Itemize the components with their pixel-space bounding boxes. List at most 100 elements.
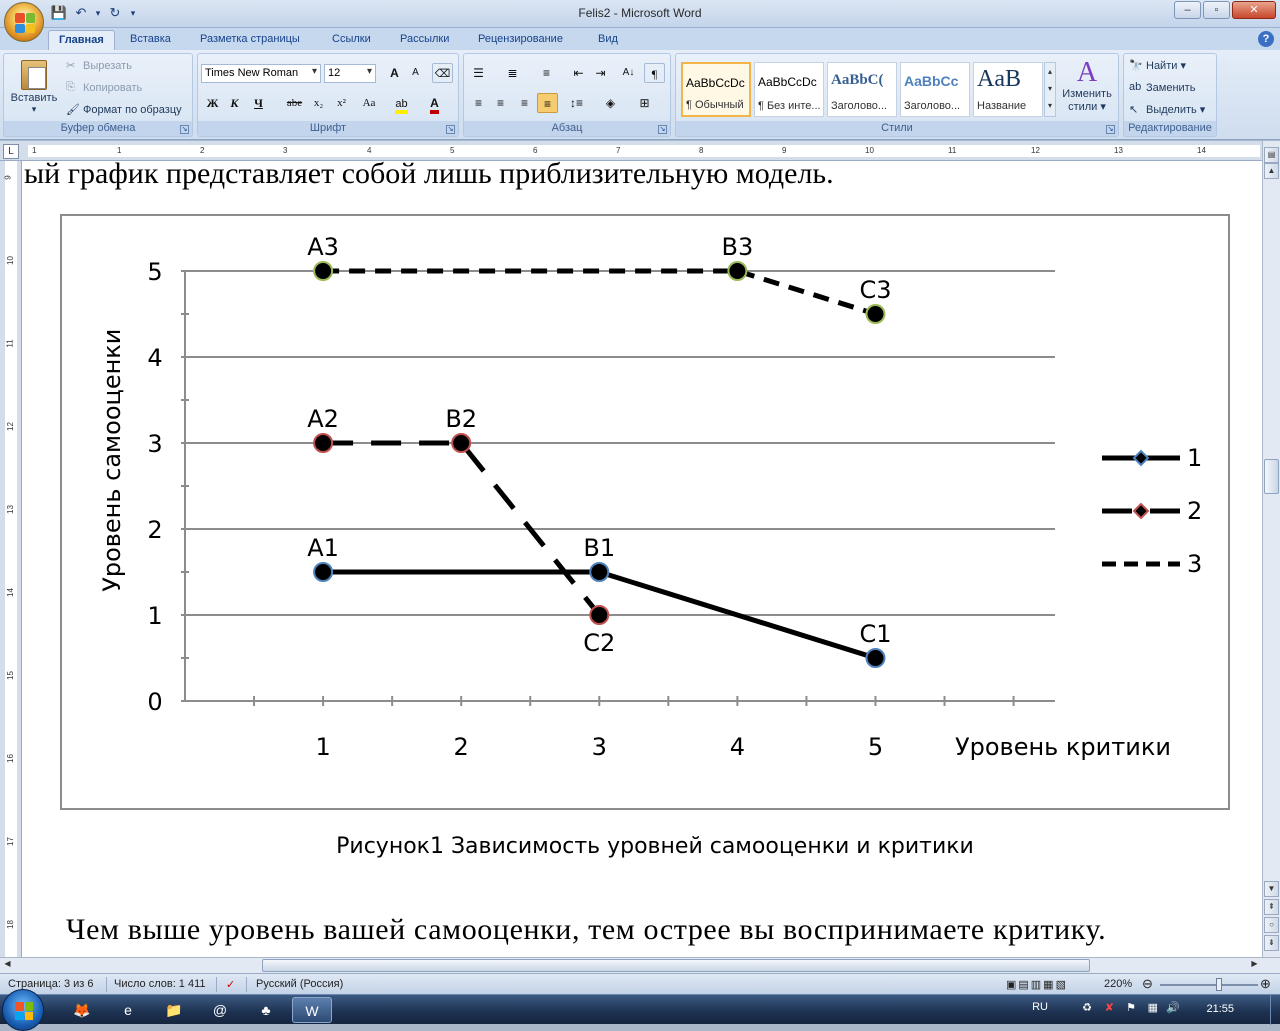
scroll-down-icon[interactable]: ▼ (1264, 881, 1279, 897)
tab-page-layout[interactable]: Разметка страницы (190, 30, 310, 50)
superscript-button[interactable]: x² (331, 93, 352, 113)
horizontal-scroll-thumb[interactable] (262, 959, 1090, 972)
tab-view[interactable]: Вид (588, 30, 628, 50)
style-normal[interactable]: AaBbCcDc ¶ Обычный (681, 62, 751, 117)
sort-icon[interactable]: A↓ (618, 63, 639, 83)
view-buttons-icon[interactable]: ▣▤▥▦▧ (1006, 978, 1068, 991)
borders-icon[interactable]: ⊞ (634, 93, 655, 113)
maximize-button[interactable]: ▫ (1203, 1, 1230, 19)
start-button[interactable] (2, 989, 44, 1031)
scroll-right-icon[interactable]: ▶ (1247, 959, 1262, 972)
tray-app-icon[interactable]: ♻ (1082, 1001, 1092, 1014)
change-case-button[interactable]: Aa (356, 93, 382, 113)
format-painter-icon: 🖌 (66, 104, 80, 116)
help-icon[interactable]: ? (1258, 31, 1274, 47)
minimize-button[interactable]: – (1174, 1, 1201, 19)
highlight-icon[interactable]: ab (391, 93, 412, 114)
scroll-up-icon[interactable]: ▲ (1264, 163, 1279, 179)
vertical-scroll-thumb[interactable] (1264, 459, 1279, 494)
shrink-font-button[interactable]: A (405, 63, 426, 83)
clear-formatting-icon[interactable]: ⌫ (432, 63, 453, 83)
chart-frame[interactable]: 0 1 2 3 4 5 1 2 3 4 5 Уровень критики Уровень самооц… (60, 214, 1230, 810)
shading-icon[interactable]: ◈ (600, 93, 621, 113)
ruler-toggle-icon[interactable]: ▤ (1264, 147, 1279, 163)
font-color-icon[interactable]: A (424, 93, 445, 114)
styles-launcher-icon[interactable]: ↘ (1106, 125, 1115, 134)
copy-button[interactable]: ⎘ Копировать (66, 81, 142, 95)
word-taskbar-icon[interactable]: W (292, 997, 332, 1023)
font-size-combo[interactable]: 12 (324, 64, 376, 83)
line-spacing-icon[interactable]: ↕≡ (566, 93, 587, 113)
show-desktop-button[interactable] (1270, 995, 1280, 1025)
align-left-icon[interactable]: ≡ (468, 93, 489, 113)
find-button[interactable]: 🔭 Найти ▾ (1129, 59, 1186, 73)
multilevel-list-icon[interactable]: ≡ (536, 63, 557, 83)
replace-button[interactable]: ab Заменить (1129, 81, 1195, 95)
firefox-icon[interactable]: 🦊 (62, 997, 102, 1023)
volume-icon[interactable]: 🔊 (1166, 1001, 1180, 1014)
clock[interactable]: 21:55 (1206, 1003, 1234, 1015)
underline-button[interactable]: Ч (248, 93, 269, 113)
justify-icon[interactable]: ≡ (537, 93, 558, 113)
scroll-left-icon[interactable]: ◀ (0, 959, 15, 972)
zoom-slider[interactable] (1160, 984, 1258, 986)
word-count[interactable]: Число слов: 1 411 (114, 978, 206, 990)
numbering-icon[interactable]: ≣ (502, 63, 523, 83)
style-heading-1[interactable]: AaBbC( Заголово... (827, 62, 897, 117)
style-no-spacing[interactable]: AaBbCcDc ¶ Без инте... (754, 62, 824, 117)
italic-button[interactable]: К (224, 93, 245, 113)
zoom-out-icon[interactable]: ⊖ (1142, 976, 1153, 992)
cut-button[interactable]: ✂ Вырезать (66, 59, 132, 73)
zoom-slider-thumb[interactable] (1216, 978, 1222, 991)
ie-icon[interactable]: e (108, 997, 148, 1023)
tray-x-icon[interactable]: ✘ (1105, 1001, 1114, 1014)
increase-indent-icon[interactable]: ⇥ (590, 63, 611, 83)
font-name-combo[interactable]: Times New Roman (201, 64, 321, 83)
browse-object-icon[interactable]: ○ (1264, 917, 1279, 933)
horizontal-ruler[interactable]: L 1 1 2 3 4 5 6 7 8 9 10 11 12 13 14 (0, 141, 1280, 161)
vertical-ruler[interactable]: 9 10 11 12 13 14 15 16 17 18 (0, 161, 22, 957)
align-center-icon[interactable]: ≡ (490, 93, 511, 113)
zoom-level[interactable]: 220% (1104, 978, 1132, 990)
tab-home[interactable]: Главная (48, 30, 115, 50)
style-title[interactable]: AaB Название (973, 62, 1043, 117)
tab-review[interactable]: Рецензирование (468, 30, 573, 50)
subscript-button[interactable]: x₂ (308, 93, 329, 113)
decrease-indent-icon[interactable]: ⇤ (568, 63, 589, 83)
change-styles-button[interactable]: A Изменить стили ▾ (1060, 58, 1114, 118)
document-page[interactable]: ый график представляет собой лишь прибли… (22, 161, 1262, 957)
vertical-scrollbar[interactable]: ▤ ▲ ▼ ⇞ ○ ⇟ (1262, 141, 1280, 957)
tab-mailings[interactable]: Рассылки (390, 30, 459, 50)
explorer-icon[interactable]: 📁 (154, 997, 194, 1023)
tab-insert[interactable]: Вставка (120, 30, 181, 50)
font-launcher-icon[interactable]: ↘ (446, 125, 455, 134)
language-indicator-tray[interactable]: RU (1032, 1001, 1048, 1013)
select-button[interactable]: ↖ Выделить ▾ (1129, 103, 1205, 117)
network-icon[interactable]: ▦ (1148, 1001, 1158, 1014)
previous-page-icon[interactable]: ⇞ (1264, 899, 1279, 915)
show-marks-button[interactable]: ¶ (644, 63, 665, 83)
styles-scroll[interactable]: ▴ ▾ ▾ (1044, 62, 1056, 117)
close-button[interactable]: ✕ (1232, 1, 1276, 19)
tab-selector[interactable]: L (3, 144, 19, 159)
grow-font-button[interactable]: A (384, 63, 405, 83)
align-right-icon[interactable]: ≡ (514, 93, 535, 113)
mail-icon[interactable]: @ (200, 997, 240, 1023)
bold-button[interactable]: Ж (202, 93, 223, 113)
bullets-icon[interactable]: ☰ (468, 63, 489, 83)
paste-button[interactable]: Вставить ▾ (8, 58, 60, 118)
style-heading-2[interactable]: AaBbCc Заголово... (900, 62, 970, 117)
next-page-icon[interactable]: ⇟ (1264, 935, 1279, 951)
office-button[interactable] (4, 2, 44, 42)
app-icon[interactable]: ♣ (246, 997, 286, 1023)
zoom-in-icon[interactable]: ⊕ (1260, 976, 1271, 992)
tab-references[interactable]: Ссылки (322, 30, 381, 50)
paragraph-launcher-icon[interactable]: ↘ (658, 125, 667, 134)
strikethrough-button[interactable]: abe (284, 93, 305, 113)
horizontal-scrollbar[interactable]: ◀ ▶ (0, 957, 1280, 973)
format-painter-button[interactable]: 🖌 Формат по образцу (66, 103, 182, 117)
language-indicator[interactable]: Русский (Россия) (256, 978, 343, 990)
flag-icon[interactable]: ⚑ (1126, 1001, 1136, 1014)
clipboard-launcher-icon[interactable]: ↘ (180, 125, 189, 134)
proofing-icon[interactable]: ✓ (226, 978, 235, 991)
